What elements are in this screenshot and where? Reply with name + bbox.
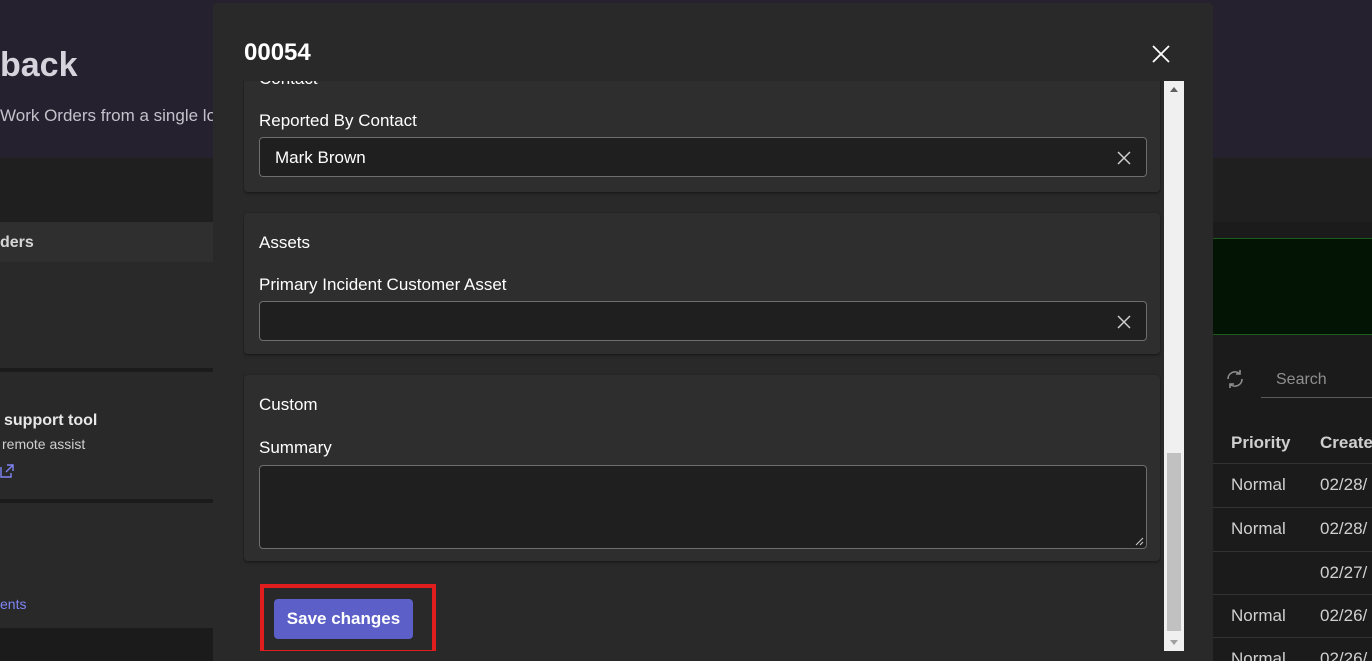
- background-orders-label: ders: [0, 234, 34, 251]
- table-cell: Normal: [1231, 519, 1286, 538]
- scrollbar-thumb[interactable]: [1167, 453, 1181, 631]
- primary-asset-field[interactable]: [259, 301, 1147, 341]
- summary-label: Summary: [259, 438, 332, 457]
- table-cell: 02/26/: [1320, 606, 1368, 625]
- table-cell: Normal: [1231, 606, 1286, 625]
- background-docs-card: ents: [0, 503, 213, 628]
- summary-textarea[interactable]: [259, 465, 1147, 549]
- dialog-scrollbar[interactable]: [1164, 81, 1184, 651]
- table-row: Normal 02/28/: [1213, 463, 1372, 507]
- background-page-subtitle: Work Orders from a single lo: [0, 106, 217, 125]
- table-row: 02/27/: [1213, 551, 1372, 595]
- background-support-tool-title: support tool: [4, 412, 98, 429]
- table-cell: Normal: [1231, 475, 1286, 494]
- background-table-header: Priority: [1231, 433, 1291, 452]
- background-docs-link: ents: [0, 596, 27, 612]
- dialog-title: 00054: [244, 39, 311, 66]
- edit-work-order-dialog: 00054 Contact Reported By Contact Mark B…: [213, 3, 1213, 661]
- background-orders-card: ders: [0, 222, 213, 368]
- background-search-input: Search: [1261, 366, 1372, 398]
- clear-icon[interactable]: [1116, 314, 1132, 330]
- clear-icon[interactable]: [1116, 150, 1132, 166]
- table-cell: 02/27/: [1320, 563, 1368, 582]
- background-support-tool-card: support tool remote assist: [0, 372, 213, 499]
- assets-heading: Assets: [259, 233, 311, 252]
- background-table-header: Create: [1320, 433, 1372, 452]
- background-banner: [1213, 238, 1372, 335]
- external-link-icon: [0, 464, 14, 478]
- contact-section: Contact Reported By Contact Mark Brown: [244, 81, 1160, 192]
- background-page-title: back: [0, 46, 78, 84]
- reported-by-contact-label: Reported By Contact: [259, 111, 417, 130]
- table-row: Normal 02/26/: [1213, 637, 1372, 661]
- background-support-tool-subtitle: remote assist: [2, 436, 86, 452]
- primary-asset-label: Primary Incident Customer Asset: [259, 275, 507, 294]
- table-cell: Normal: [1231, 649, 1286, 661]
- contact-heading: Contact: [259, 81, 318, 89]
- save-changes-button[interactable]: Save changes: [274, 599, 413, 639]
- scroll-up-arrow-icon[interactable]: [1164, 81, 1184, 99]
- scroll-down-arrow-icon[interactable]: [1164, 633, 1184, 651]
- reported-by-contact-value: Mark Brown: [275, 148, 366, 167]
- custom-heading: Custom: [259, 395, 318, 414]
- assets-section: Assets Primary Incident Customer Asset: [244, 213, 1160, 354]
- background-search-placeholder: Search: [1276, 371, 1327, 388]
- custom-section: Custom Summary: [244, 375, 1160, 561]
- table-row: Normal 02/28/: [1213, 507, 1372, 551]
- reported-by-contact-field[interactable]: Mark Brown: [259, 137, 1147, 177]
- dialog-scroll-area: Contact Reported By Contact Mark Brown A…: [243, 81, 1161, 651]
- table-row: Normal 02/26/: [1213, 594, 1372, 638]
- close-icon[interactable]: [1150, 43, 1172, 65]
- table-cell: 02/28/: [1320, 475, 1368, 494]
- table-cell: 02/26/: [1320, 649, 1368, 661]
- table-cell: 02/28/: [1320, 519, 1368, 538]
- resize-grip-icon[interactable]: [1135, 537, 1144, 546]
- background-orders-card-header: ders: [0, 222, 213, 262]
- refresh-icon: [1227, 370, 1243, 388]
